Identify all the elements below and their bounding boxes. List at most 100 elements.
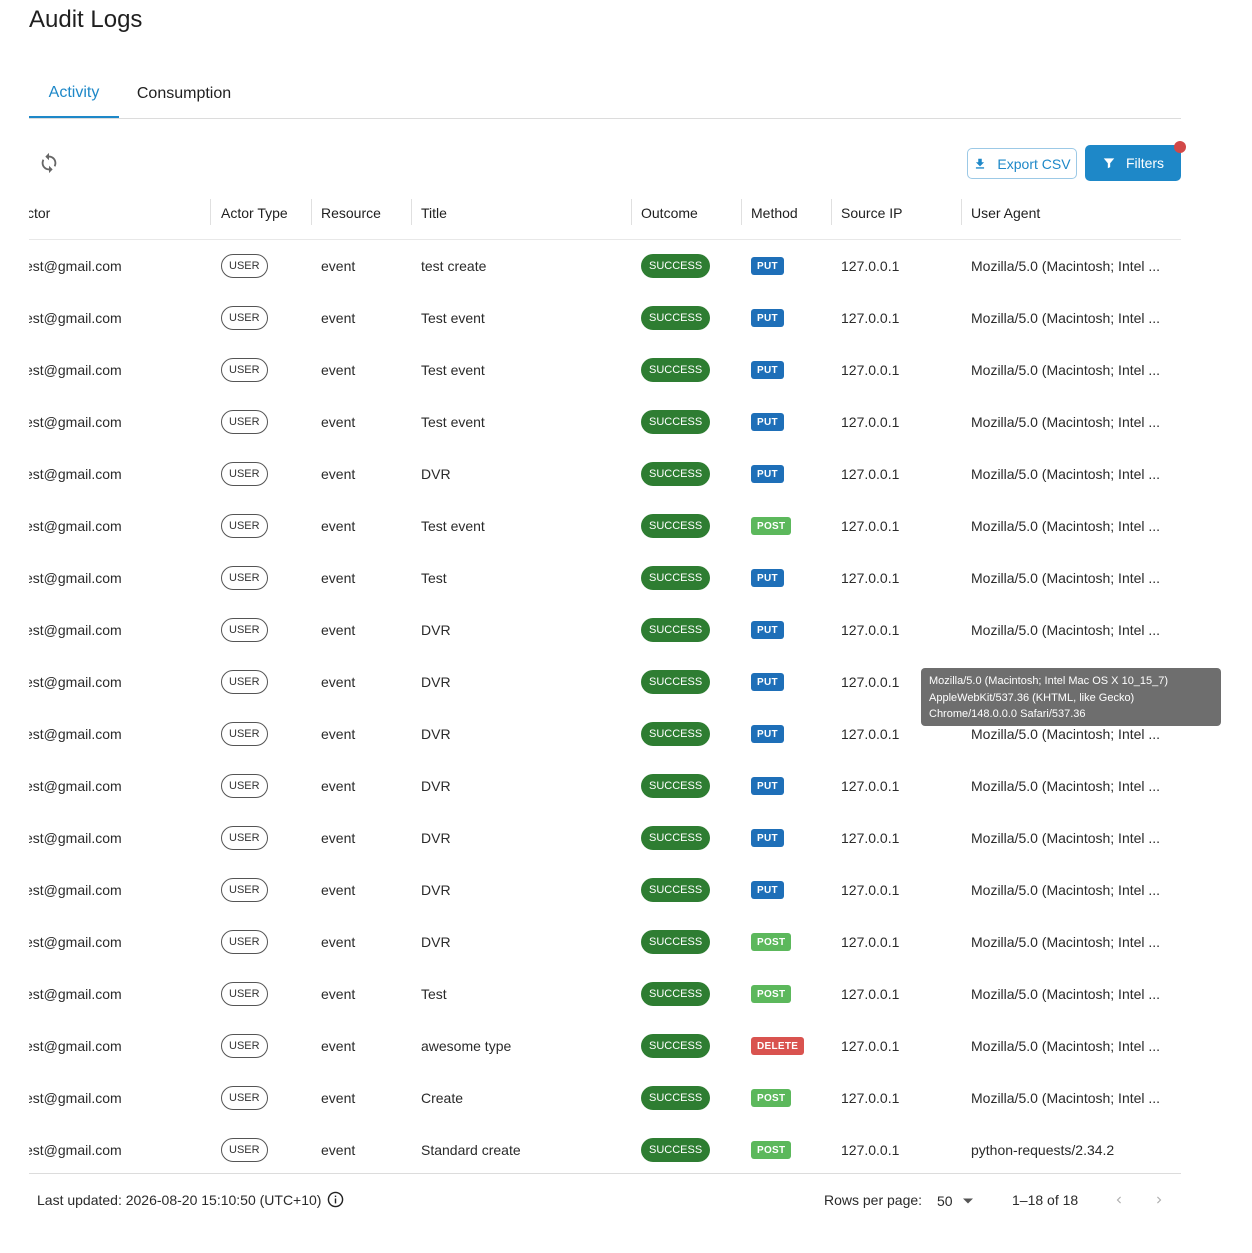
user-agent-cell[interactable]: Mozilla/5.0 (Macintosh; Intel ... (971, 864, 1171, 916)
user-agent-cell[interactable]: Mozilla/5.0 (Macintosh; Intel ... (971, 916, 1171, 968)
actor-cell: est@gmail.com (29, 1124, 207, 1173)
user-agent-cell[interactable]: Mozilla/5.0 (Macintosh; Intel ... (971, 552, 1171, 604)
method-cell: PUT (751, 240, 831, 292)
outcome-cell: SUCCESS (641, 968, 741, 1020)
actor-type-cell: USER (221, 500, 311, 552)
table-row[interactable]: est@gmail.com USER event DVR SUCCESS PUT 127.0… (29, 604, 1181, 656)
column-header-actor[interactable]: ctor (29, 186, 207, 239)
table-row[interactable]: est@gmail.com USER event test create SUCCESS… (29, 240, 1181, 292)
method-badge: PUT (751, 309, 784, 327)
outcome-chip: SUCCESS (641, 514, 711, 538)
user-agent-cell[interactable]: Mozilla/5.0 (Macintosh; Intel ... (971, 292, 1171, 344)
table-row[interactable]: est@gmail.com USER event Test SUCCESS PUT 127.… (29, 552, 1181, 604)
resource-cell: event (321, 362, 356, 378)
method-badge: PUT (751, 413, 784, 431)
resource-cell: event (321, 830, 356, 846)
method-badge: PUT (751, 361, 784, 379)
user-agent-text: Mozilla/5.0 (Macintosh; Intel ... (971, 622, 1161, 638)
table-row[interactable]: est@gmail.com USER event Test SUCCESS POST 127… (29, 968, 1181, 1020)
user-agent-cell[interactable]: Mozilla/5.0 (Macintosh; Intel ... (971, 1072, 1171, 1124)
actor-type-cell: USER (221, 916, 311, 968)
table-row[interactable]: est@gmail.com USER event Standard create SUC… (29, 1124, 1181, 1173)
tab-bar: Activity Consumption (29, 70, 1181, 119)
table-row[interactable]: est@gmail.com USER event Create SUCCESS POST 1… (29, 1072, 1181, 1124)
filters-button[interactable]: Filters (1085, 145, 1181, 181)
user-agent-cell[interactable]: Mozilla/5.0 (Macintosh; Intel ... (971, 760, 1171, 812)
table-row[interactable]: est@gmail.com USER event DVR SUCCESS PUT 127.0… (29, 864, 1181, 916)
actor-email: est@gmail.com (29, 674, 122, 690)
user-agent-cell[interactable]: Mozilla/5.0 (Macintosh; Intel ... (971, 500, 1171, 552)
title-cell: Test event (421, 362, 485, 378)
user-agent-cell[interactable]: Mozilla/5.0 (Macintosh; Intel ... (971, 344, 1171, 396)
actor-type-cell: USER (221, 552, 311, 604)
actor-type-cell: USER (221, 344, 311, 396)
column-header-actor-type[interactable]: Actor Type (221, 186, 311, 239)
actor-type-cell: USER (221, 656, 311, 708)
actor-type-chip: USER (221, 1086, 268, 1110)
tab-consumption[interactable]: Consumption (119, 70, 249, 118)
method-cell: PUT (751, 448, 831, 500)
user-agent-text: Mozilla/5.0 (Macintosh; Intel ... (971, 310, 1161, 326)
column-header-title[interactable]: Title (421, 186, 631, 239)
user-agent-cell[interactable]: Mozilla/5.0 (Macintosh; Intel ... (971, 240, 1171, 292)
source-ip-cell: 127.0.0.1 (841, 570, 900, 586)
user-agent-cell[interactable]: Mozilla/5.0 (Macintosh; Intel ... (971, 448, 1171, 500)
actor-type-chip: USER (221, 930, 268, 954)
export-csv-label: Export CSV (997, 155, 1071, 172)
actor-type-cell: USER (221, 448, 311, 500)
user-agent-cell[interactable]: python-requests/2.34.2 (971, 1124, 1171, 1173)
source-ip-cell: 127.0.0.1 (841, 1090, 900, 1106)
tab-activity[interactable]: Activity (29, 70, 119, 118)
user-agent-cell[interactable]: Mozilla/5.0 (Macintosh; Intel ... (971, 396, 1171, 448)
resource-cell: event (321, 466, 356, 482)
next-page-button[interactable] (1148, 1189, 1170, 1211)
actor-email: est@gmail.com (29, 518, 122, 534)
outcome-chip: SUCCESS (641, 566, 711, 590)
outcome-cell: SUCCESS (641, 1020, 741, 1072)
title-cell: DVR (421, 466, 451, 482)
resource-cell: event (321, 1142, 356, 1158)
method-cell: POST (751, 1124, 831, 1173)
user-agent-cell[interactable]: Mozilla/5.0 (Macintosh; Intel ... (971, 812, 1171, 864)
method-badge: PUT (751, 777, 784, 795)
outcome-chip: SUCCESS (641, 358, 711, 382)
user-agent-cell[interactable]: Mozilla/5.0 (Macintosh; Intel ... (971, 604, 1171, 656)
source-ip-cell: 127.0.0.1 (841, 934, 900, 950)
previous-page-button[interactable] (1108, 1189, 1130, 1211)
table-row[interactable]: est@gmail.com USER event Test event SUCCESS P… (29, 500, 1181, 552)
title-cell: DVR (421, 674, 451, 690)
user-agent-cell[interactable]: Mozilla/5.0 (Macintosh; Intel ... (971, 1020, 1171, 1072)
export-csv-button[interactable]: Export CSV (967, 148, 1077, 179)
column-header-user-agent[interactable]: User Agent (971, 186, 1171, 239)
info-icon[interactable] (327, 1191, 344, 1208)
table-row[interactable]: est@gmail.com USER event DVR SUCCESS PUT 127.0… (29, 448, 1181, 500)
actor-cell: est@gmail.com (29, 240, 207, 292)
actor-cell: est@gmail.com (29, 1020, 207, 1072)
user-agent-text: Mozilla/5.0 (Macintosh; Intel ... (971, 934, 1161, 950)
user-agent-text: Mozilla/5.0 (Macintosh; Intel ... (971, 362, 1161, 378)
actor-cell: est@gmail.com (29, 656, 207, 708)
column-header-method[interactable]: Method (751, 186, 831, 239)
method-badge: PUT (751, 725, 784, 743)
actor-type-cell: USER (221, 708, 311, 760)
table-row[interactable]: est@gmail.com USER event Test event SUCCESS P… (29, 396, 1181, 448)
outcome-chip: SUCCESS (641, 1138, 711, 1162)
table-row[interactable]: est@gmail.com USER event DVR SUCCESS PUT 127.0… (29, 760, 1181, 812)
table-row[interactable]: est@gmail.com USER event Test event SUCCESS P… (29, 292, 1181, 344)
table-row[interactable]: est@gmail.com USER event awesome type SUCCES… (29, 1020, 1181, 1072)
user-agent-text: Mozilla/5.0 (Macintosh; Intel ... (971, 414, 1161, 430)
actor-email: est@gmail.com (29, 258, 122, 274)
column-header-source-ip[interactable]: Source IP (841, 186, 961, 239)
actor-type-chip: USER (221, 982, 268, 1006)
method-badge: PUT (751, 881, 784, 899)
refresh-button[interactable] (35, 149, 63, 177)
user-agent-cell[interactable]: Mozilla/5.0 (Macintosh; Intel ... (971, 968, 1171, 1020)
resource-cell: event (321, 518, 356, 534)
column-header-resource[interactable]: Resource (321, 186, 411, 239)
table-row[interactable]: est@gmail.com USER event DVR SUCCESS PUT 127.0… (29, 812, 1181, 864)
table-row[interactable]: est@gmail.com USER event DVR SUCCESS POST 127.… (29, 916, 1181, 968)
source-ip-cell: 127.0.0.1 (841, 882, 900, 898)
table-row[interactable]: est@gmail.com USER event Test event SUCCESS P… (29, 344, 1181, 396)
column-header-outcome[interactable]: Outcome (641, 186, 741, 239)
rows-per-page-select[interactable]: 50 (937, 1190, 981, 1212)
